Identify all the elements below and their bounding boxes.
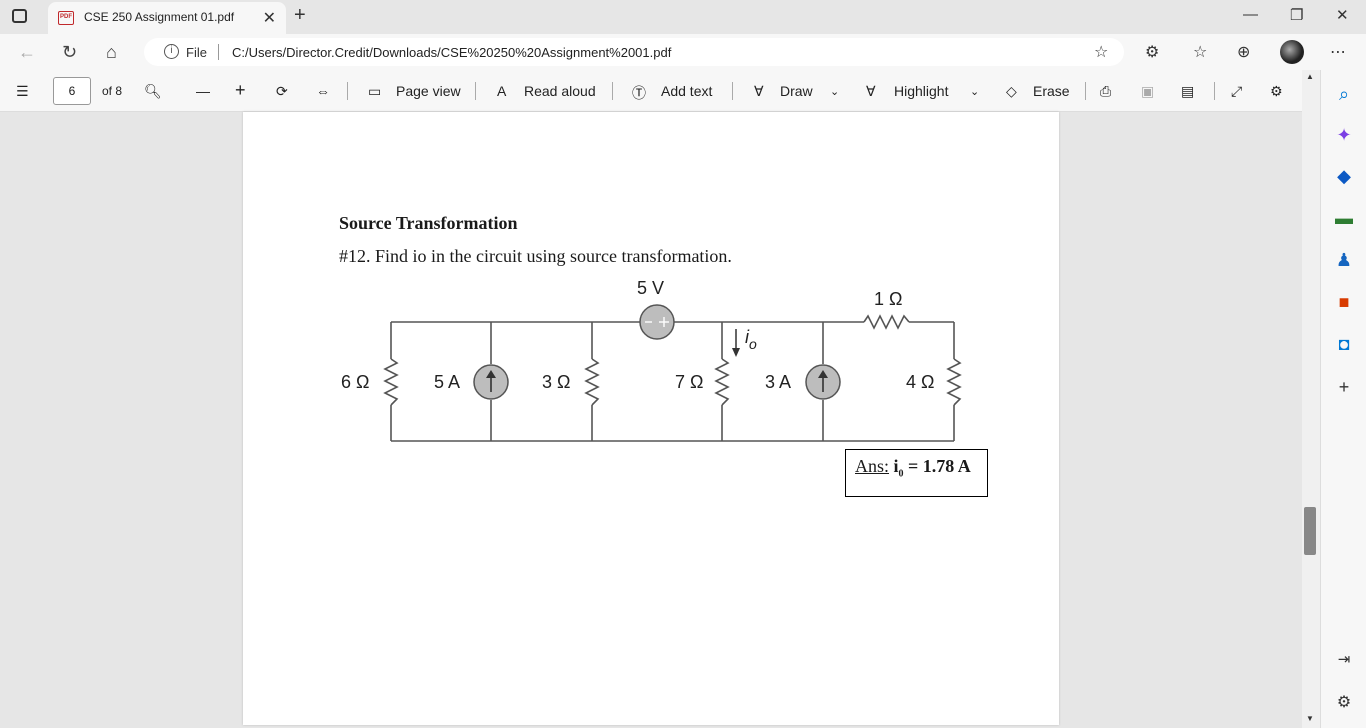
settings-icon[interactable]: ⚙: [1321, 692, 1366, 712]
answer-value: = 1.78 A: [908, 456, 971, 476]
contents-icon[interactable]: ☰: [16, 83, 29, 100]
office-icon[interactable]: ■: [1321, 292, 1366, 313]
highlight-icon[interactable]: ∀: [866, 83, 876, 100]
add-text-icon[interactable]: Ⓣ: [632, 83, 646, 103]
edge-sidebar: ⌕ ✦ ◆ ▬ ♟ ■ ◘ + ⇥ ⚙: [1320, 70, 1366, 728]
scrollbar[interactable]: ▲ ▼: [1302, 70, 1320, 728]
label-5v: 5 V: [637, 278, 664, 298]
divider: [732, 82, 733, 100]
label-3a: 3 A: [765, 372, 791, 392]
answer-prefix: Ans:: [855, 456, 890, 476]
home-icon[interactable]: ⌂: [106, 42, 117, 63]
highlight-button[interactable]: Highlight: [894, 83, 948, 99]
read-aloud-icon[interactable]: A: [497, 83, 506, 99]
pdf-icon: PDF: [58, 11, 74, 25]
label-3ohm: 3 Ω: [542, 372, 570, 392]
info-icon[interactable]: i: [164, 44, 179, 59]
page-view-button[interactable]: Page view: [396, 83, 461, 99]
answer-sub: 0: [898, 468, 904, 480]
circuit-diagram: 5 V 1 Ω 6 Ω 5 A 3 Ω 7 Ω 3 A 4 Ω io: [341, 278, 962, 442]
favorites-icon[interactable]: ☆: [1193, 42, 1207, 62]
rotate-icon[interactable]: ⟳: [276, 83, 288, 100]
hide-sidebar-icon[interactable]: ⇥: [1321, 650, 1366, 668]
new-tab-button[interactable]: +: [294, 4, 306, 27]
add-text-button[interactable]: Add text: [661, 83, 712, 99]
more-icon[interactable]: ⋯: [1330, 42, 1346, 62]
io-current-arrow: [732, 329, 740, 357]
address-bar[interactable]: i File C:/Users/Director.Credit/Download…: [144, 38, 1124, 66]
divider: [475, 82, 476, 100]
url-path[interactable]: C:/Users/Director.Credit/Downloads/CSE%2…: [232, 45, 671, 60]
question-text: #12. Find io in the circuit using source…: [339, 246, 732, 266]
tab-title: CSE 250 Assignment 01.pdf: [84, 10, 235, 24]
label-io: io: [745, 327, 757, 352]
divider: [612, 82, 613, 100]
close-window-button[interactable]: ✕: [1336, 6, 1349, 24]
shopping-icon[interactable]: ◆: [1321, 166, 1366, 187]
answer-box: Ans: i0 = 1.78 A: [845, 449, 988, 497]
zoom-in-icon[interactable]: +: [235, 80, 246, 101]
title-bar: PDF CSE 250 Assignment 01.pdf ✕ + — ❐ ✕: [0, 0, 1366, 34]
back-icon[interactable]: ←: [18, 42, 36, 63]
read-aloud-button[interactable]: Read aloud: [524, 83, 596, 99]
label-7ohm: 7 Ω: [675, 372, 703, 392]
restore-button[interactable]: ❐: [1290, 6, 1303, 24]
chevron-down-icon[interactable]: ⌄: [970, 85, 979, 98]
add-favorite-icon[interactable]: ☆: [1094, 42, 1108, 62]
erase-icon[interactable]: ◇: [1006, 83, 1017, 100]
divider: [1085, 82, 1086, 100]
scrollbar-thumb[interactable]: [1304, 507, 1316, 555]
current-source-5a: [473, 364, 509, 400]
draw-icon[interactable]: ∀: [754, 83, 764, 100]
address-bar-row: ← ↻ ⌂ i File C:/Users/Director.Credit/Do…: [0, 34, 1366, 70]
tools-icon[interactable]: ▬: [1321, 208, 1366, 229]
search-icon[interactable]: 🔍︎: [144, 83, 162, 100]
label-6ohm: 6 Ω: [341, 372, 369, 392]
close-tab-icon[interactable]: ✕: [263, 8, 276, 28]
copilot-icon[interactable]: ✦: [1321, 125, 1366, 146]
sidebar-toggle-icon[interactable]: [12, 9, 27, 23]
voltage-source-5v: [639, 304, 675, 340]
pdf-page: Source Transformation #12. Find io in th…: [243, 112, 1059, 725]
extensions-icon[interactable]: ⚙: [1145, 42, 1159, 62]
page-number-input[interactable]: 6: [53, 77, 91, 105]
label-1ohm: 1 Ω: [874, 289, 902, 309]
erase-button[interactable]: Erase: [1033, 83, 1070, 99]
pdf-viewer: Source Transformation #12. Find io in th…: [0, 112, 1302, 728]
draw-button[interactable]: Draw: [780, 83, 813, 99]
refresh-icon[interactable]: ↻: [62, 42, 77, 63]
page-total: of 8: [102, 84, 123, 98]
save-icon[interactable]: ▣: [1141, 83, 1154, 100]
divider: [1214, 82, 1215, 100]
avatar[interactable]: [1280, 40, 1304, 64]
save-as-icon[interactable]: ▤: [1181, 83, 1194, 100]
scroll-up-icon[interactable]: ▲: [1306, 72, 1314, 81]
fit-page-icon[interactable]: ⇔: [316, 83, 330, 99]
scroll-down-icon[interactable]: ▼: [1306, 714, 1314, 723]
divider: [218, 44, 219, 60]
page-view-icon[interactable]: ▭: [368, 83, 381, 100]
outlook-icon[interactable]: ◘: [1321, 334, 1366, 355]
zoom-out-icon[interactable]: —: [196, 83, 210, 99]
chevron-down-icon[interactable]: ⌄: [830, 85, 839, 98]
search-icon[interactable]: ⌕: [1321, 84, 1366, 105]
games-icon[interactable]: ♟: [1321, 250, 1366, 271]
minimize-button[interactable]: —: [1243, 6, 1258, 23]
browser-tab[interactable]: PDF CSE 250 Assignment 01.pdf ✕: [48, 2, 286, 34]
label-4ohm: 4 Ω: [906, 372, 934, 392]
current-source-3a: [805, 364, 841, 400]
collections-icon[interactable]: ⊕: [1237, 42, 1250, 62]
label-io-sub: o: [749, 336, 757, 352]
print-icon[interactable]: ⎙: [1100, 83, 1111, 100]
pdf-toolbar: ☰ 6 of 8 🔍︎ — + ⟳ ⇔ ▭ Page view A Read a…: [0, 70, 1320, 112]
page-heading: Source Transformation: [339, 213, 518, 233]
settings-icon[interactable]: ⚙: [1270, 83, 1283, 100]
label-5a: 5 A: [434, 372, 460, 392]
fullscreen-icon[interactable]: ⤢: [1231, 83, 1242, 100]
add-icon[interactable]: +: [1321, 377, 1366, 398]
divider: [347, 82, 348, 100]
url-scheme: File: [186, 45, 207, 60]
